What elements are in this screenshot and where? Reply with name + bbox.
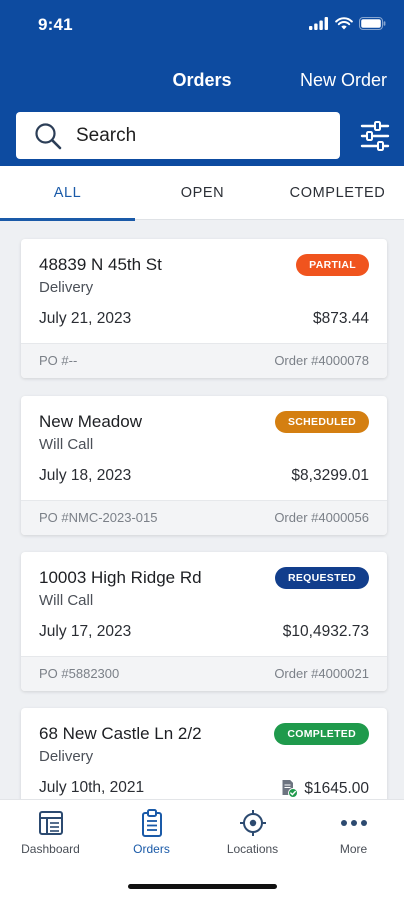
order-address: 10003 High Ridge Rd xyxy=(39,568,202,587)
order-amount-value: $10,4932.73 xyxy=(282,623,369,640)
status-badge: PARTIAL xyxy=(296,254,369,276)
cellular-signal-icon xyxy=(309,17,328,30)
filter-icon[interactable] xyxy=(360,120,390,152)
battery-icon xyxy=(359,17,386,30)
order-amount-value: $8,3299.01 xyxy=(291,467,369,484)
search-bar[interactable] xyxy=(16,112,340,159)
more-icon xyxy=(340,820,367,826)
order-amount: $1645.00 xyxy=(281,779,369,798)
status-icons xyxy=(309,17,386,30)
tab-open[interactable]: OPEN xyxy=(135,166,270,220)
order-amount: $10,4932.73 xyxy=(283,623,369,641)
order-amount-value: $873.44 xyxy=(312,310,369,327)
status-bar: 9:41 xyxy=(0,0,404,52)
order-po: PO #5882300 xyxy=(39,666,120,681)
nav-orders-label: Orders xyxy=(133,842,170,856)
nav-locations-label: Locations xyxy=(226,842,279,856)
order-card[interactable]: 68 New Castle Ln 2/2 COMPLETED Delivery … xyxy=(21,708,387,799)
order-card-footer: PO #NMC-2023-015 Order #4000056 xyxy=(21,500,387,535)
order-card-footer: PO #-- Order #4000078 xyxy=(21,343,387,378)
tab-completed[interactable]: COMPLETED xyxy=(270,166,404,220)
order-po: PO #-- xyxy=(39,353,78,368)
order-type: Delivery xyxy=(39,748,94,765)
order-address: New Meadow xyxy=(39,412,142,431)
clipboard-icon xyxy=(141,809,162,837)
order-list[interactable]: 48839 N 45th St PARTIAL Delivery July 21… xyxy=(0,221,404,799)
order-card[interactable]: 48839 N 45th St PARTIAL Delivery July 21… xyxy=(21,239,387,378)
nav-dashboard-label: Dashboard xyxy=(21,842,80,856)
status-time: 9:41 xyxy=(38,15,73,34)
order-amount: $873.44 xyxy=(313,310,369,328)
order-type: Will Call xyxy=(39,592,94,609)
search-input[interactable] xyxy=(76,124,296,147)
order-amount: $8,3299.01 xyxy=(291,467,369,485)
new-order-button[interactable]: New Order xyxy=(300,70,387,91)
tab-completed-label: COMPLETED xyxy=(289,185,386,201)
status-badge: SCHEDULED xyxy=(274,411,369,433)
order-tabs: ALL OPEN COMPLETED xyxy=(0,166,404,221)
order-address: 48839 N 45th St xyxy=(39,255,162,274)
app-header: 9:41 Orders New Order xyxy=(0,0,404,166)
order-type: Will Call xyxy=(39,436,94,453)
order-type: Delivery xyxy=(39,279,94,296)
order-card[interactable]: 10003 High Ridge Rd REQUESTED Will Call … xyxy=(21,552,387,691)
status-badge: REQUESTED xyxy=(274,567,369,589)
order-card[interactable]: New Meadow SCHEDULED Will Call July 18, … xyxy=(21,396,387,535)
order-date: July 18, 2023 xyxy=(39,467,132,484)
nav-orders[interactable]: Orders xyxy=(101,808,202,856)
status-badge: COMPLETED xyxy=(274,723,369,745)
tab-all[interactable]: ALL xyxy=(0,166,135,221)
nav-more[interactable]: More xyxy=(303,808,404,856)
order-number: Order #4000078 xyxy=(274,353,369,368)
nav-more-label: More xyxy=(339,842,368,856)
order-po: PO #NMC-2023-015 xyxy=(39,510,158,525)
nav-dashboard[interactable]: Dashboard xyxy=(0,808,101,856)
order-card-footer: PO #5882300 Order #4000021 xyxy=(21,656,387,691)
tab-all-label: ALL xyxy=(53,185,82,201)
dashboard-icon xyxy=(38,811,63,835)
crosshair-icon xyxy=(239,810,266,836)
order-date: July 21, 2023 xyxy=(39,310,132,327)
search-icon xyxy=(35,122,62,149)
invoice-check-icon xyxy=(282,780,299,798)
order-amount-value: $1645.00 xyxy=(304,779,369,797)
order-number: Order #4000021 xyxy=(274,666,369,681)
order-date: July 17, 2023 xyxy=(39,623,132,640)
wifi-icon xyxy=(335,17,353,30)
tab-open-label: OPEN xyxy=(180,185,225,201)
order-date: July 10th, 2021 xyxy=(39,779,145,796)
home-indicator xyxy=(128,884,277,889)
order-address: 68 New Castle Ln 2/2 xyxy=(39,724,202,743)
nav-locations[interactable]: Locations xyxy=(202,808,303,856)
order-number: Order #4000056 xyxy=(274,510,369,525)
